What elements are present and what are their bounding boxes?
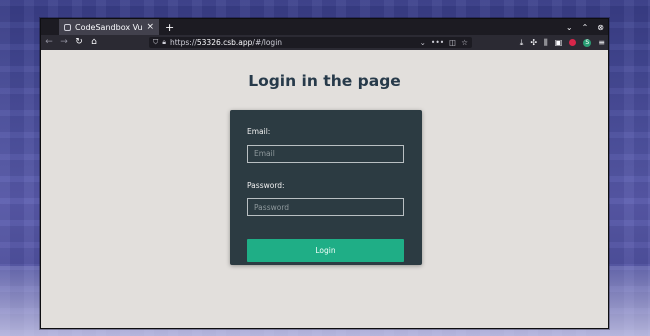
url-actions: ⌄ ••• ◫ ☆ (420, 38, 468, 47)
tab-strip-spacer (41, 19, 59, 35)
email-field[interactable] (247, 144, 404, 163)
list-tabs-chevron-icon[interactable]: ⌄ (566, 23, 573, 32)
extensions-icon[interactable]: ✣ (530, 38, 537, 47)
url-path: /#/login (252, 38, 283, 47)
red-extension-icon[interactable] (569, 39, 577, 46)
page-actions-icon[interactable]: ••• (431, 38, 444, 47)
download-icon[interactable]: ⤓ (520, 38, 524, 48)
sidebar-icon[interactable]: ▣ (555, 38, 563, 47)
url-host: 53326.csb.app (196, 38, 253, 47)
navigation-bar: ← → ↻ ⌂ ⛉ 🔒︎ https://53326.csb.app/#/log… (41, 35, 608, 50)
library-icon[interactable]: ⫼ (544, 38, 548, 48)
active-tab[interactable]: CodeSandbox Vue × (59, 19, 159, 35)
toolbar-icons: ⤓ ✣ ⫼ ▣ S ≡ (520, 38, 605, 48)
close-window-icon[interactable]: ⊗ (597, 23, 604, 32)
window-controls: ⌄ ⌃ ⊗ (566, 19, 604, 35)
tab-strip: CodeSandbox Vue × + ⌄ ⌃ ⊗ (41, 19, 608, 35)
password-group: Password: (247, 180, 405, 216)
reload-icon[interactable]: ↻ (74, 38, 84, 47)
url-text[interactable]: https://53326.csb.app/#/login (170, 38, 416, 47)
page-title: Login in the page (248, 72, 401, 90)
tab-close-icon[interactable]: × (146, 22, 154, 32)
url-scheme: https:// (169, 38, 197, 47)
green-extension-icon[interactable]: S (583, 38, 592, 47)
browser-window: CodeSandbox Vue × + ⌄ ⌃ ⊗ ← → ↻ ⌂ ⛉ 🔒︎ h… (40, 18, 609, 329)
login-button[interactable]: Login (247, 239, 404, 262)
shield-icon[interactable]: ⛉ (153, 38, 158, 47)
new-tab-button[interactable]: + (159, 19, 180, 35)
login-card: Email: Password: Login (230, 110, 422, 265)
codesandbox-favicon-icon (64, 23, 71, 31)
password-label: Password: (247, 180, 285, 190)
tab-title: CodeSandbox Vue (75, 22, 143, 32)
back-icon[interactable]: ← (44, 38, 54, 47)
minimize-chevron-up-icon[interactable]: ⌃ (582, 23, 589, 32)
pocket-icon[interactable]: ◫ (449, 38, 456, 47)
home-icon[interactable]: ⌂ (89, 38, 99, 47)
bookmark-star-icon[interactable]: ☆ (461, 38, 468, 47)
menu-icon[interactable]: ≡ (598, 38, 605, 47)
page-content: Login in the page Email: Password: Login (41, 50, 608, 328)
password-field[interactable] (247, 198, 404, 216)
address-bar[interactable]: ⛉ 🔒︎ https://53326.csb.app/#/login ⌄ •••… (149, 37, 472, 48)
lock-icon[interactable]: 🔒︎ (162, 38, 166, 47)
chevron-down-icon[interactable]: ⌄ (420, 38, 426, 47)
email-label: Email: (247, 127, 271, 136)
forward-icon[interactable]: → (59, 38, 69, 47)
